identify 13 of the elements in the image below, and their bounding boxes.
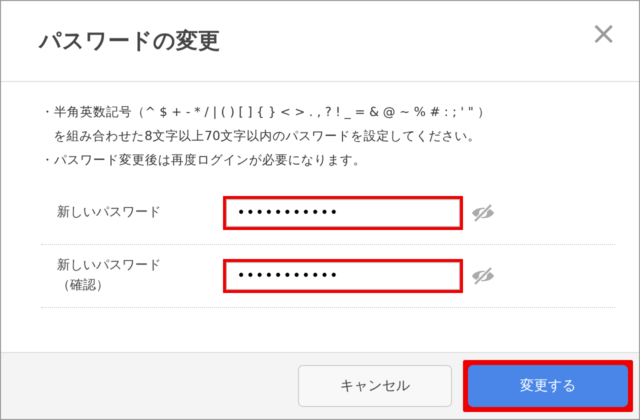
note-text: ・半角英数記号（^ $ + - * / | ( ) [ ] { } < > . , ? ! _ = & @ ~ % # : ; ' " ） [41,104,491,119]
field-label: 新しいパスワード [57,258,161,273]
eye-slash-icon[interactable] [471,266,495,286]
cancel-button[interactable]: キャンセル [298,365,452,407]
eye-slash-icon[interactable] [471,203,495,223]
note-text: ・パスワード変更後は再度ログインが必要になります。 [41,152,366,167]
password-field[interactable]: ••••••••••• [223,196,463,230]
note-text: を組み合わせた8文字以上70文字以内のパスワードを設定してください。 [54,128,480,143]
field-label: 新しいパスワード [57,205,161,220]
dialog-title: パスワードの変更 [39,28,220,56]
submit-button[interactable]: 変更する [468,365,628,407]
field-label: （確認） [57,278,109,293]
password-field[interactable]: ••••••••••• [223,259,463,293]
